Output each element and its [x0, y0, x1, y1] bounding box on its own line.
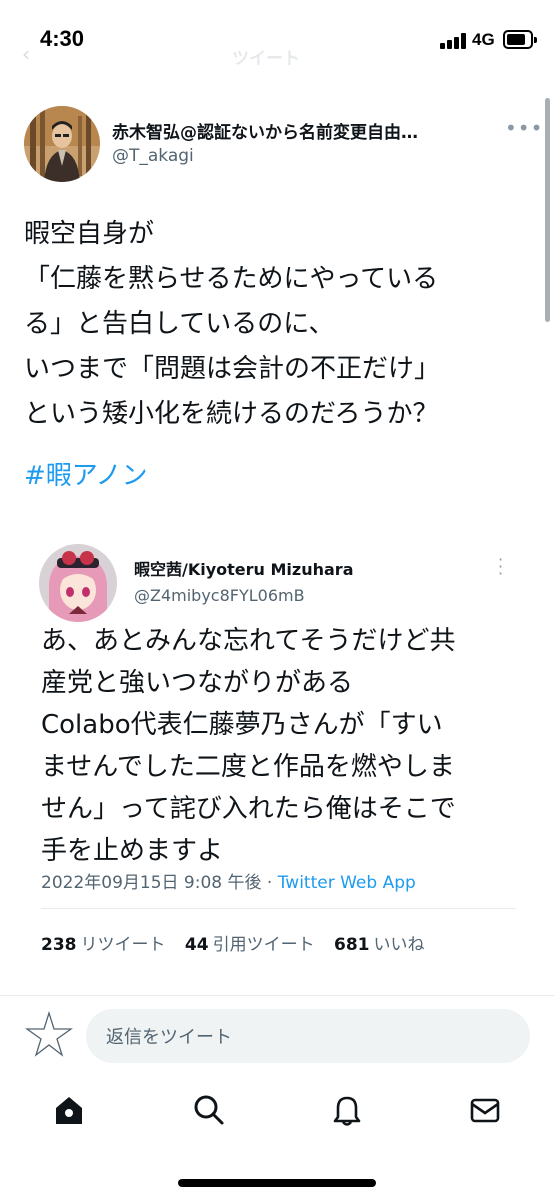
home-indicator[interactable]	[178, 1179, 376, 1187]
divider	[41, 908, 516, 909]
quoted-text-line: ませんでした二度と作品を燃やしま	[41, 752, 455, 782]
likes-label: いいね	[373, 935, 425, 955]
quoted-author-name[interactable]: 暇空茜/Kiyoteru Mizuhara	[134, 556, 354, 580]
search-icon[interactable]	[191, 1093, 225, 1127]
notifications-bell-icon[interactable]	[330, 1093, 364, 1127]
more-vertical-icon[interactable]: · · ·	[498, 552, 503, 582]
bottom-nav	[0, 1085, 554, 1145]
author-avatar[interactable]	[24, 106, 100, 182]
tweet-text-line: 「仁藤を黙らせるためにやっている	[24, 264, 439, 294]
default-avatar-star-icon	[24, 1010, 74, 1058]
header-title: ツイート	[232, 49, 300, 69]
quoted-tweet-text: あ、あとみんな忘れてそうだけど共 産党と強いつながりがある Colabo代表仁藤…	[41, 620, 531, 872]
quoted-tweet-stats: 238 リツイート 44 引用ツイート 681 いいね	[41, 930, 438, 955]
quoted-author-avatar[interactable]	[39, 544, 117, 622]
tweet-text-line: という矮小化を続けるのだろうか？	[24, 399, 439, 429]
reply-input[interactable]: 返信をツイート	[86, 1009, 530, 1063]
quoted-source-link[interactable]: Twitter Web App	[278, 873, 416, 893]
quoted-text-line: Colabo代表仁藤夢乃さんが「すい	[41, 710, 443, 740]
more-horizontal-icon[interactable]: •••	[505, 116, 543, 140]
quoted-timestamp: 2022年09月15日 9:08 午後 ·	[41, 873, 278, 893]
retweets-label: リツイート	[80, 935, 166, 955]
likes-stat[interactable]: 681 いいね	[334, 935, 425, 955]
quoted-tweet-meta: 2022年09月15日 9:08 午後 · Twitter Web App	[41, 868, 416, 893]
quotes-stat[interactable]: 44 引用ツイート	[185, 935, 315, 955]
scrollbar-thumb[interactable]	[545, 98, 550, 322]
retweets-stat[interactable]: 238 リツイート	[41, 935, 166, 955]
messages-envelope-icon[interactable]	[468, 1093, 502, 1127]
quoted-text-line: 産党と強いつながりがある	[41, 668, 354, 698]
quoted-text-line: 手を止めますよ	[41, 836, 224, 866]
retweets-count: 238	[41, 935, 77, 955]
tweet-text-line: 暇空自身が	[24, 219, 155, 249]
home-icon[interactable]	[52, 1093, 86, 1127]
likes-count: 681	[333, 935, 370, 955]
hashtag-link[interactable]: #暇アノン	[24, 455, 147, 492]
author-handle[interactable]: @T_akagi	[112, 146, 194, 166]
tweet-text: 暇空自身が 「仁藤を黙らせるためにやっている る」と告白しているのに、 いつまで…	[24, 212, 534, 437]
tweet-text-line: る」と告白しているのに、	[24, 309, 335, 339]
quotes-label: 引用ツイート	[212, 935, 315, 955]
quoted-author-handle[interactable]: @Z4mibyc8FYL06mB	[134, 586, 305, 605]
quoted-text-line: せん」って詫び入れたら俺はそこで	[41, 794, 456, 824]
quotes-count: 44	[184, 935, 209, 955]
divider	[0, 995, 554, 996]
author-name[interactable]: 赤木智弘@認証ないから名前変更自由…	[112, 118, 492, 143]
quoted-text-line: あ、あとみんな忘れてそうだけど共	[41, 626, 456, 656]
tweet-text-line: いつまで「問題は会計の不正だけ」	[24, 354, 441, 384]
back-arrow-icon[interactable]: ‹	[22, 42, 30, 66]
